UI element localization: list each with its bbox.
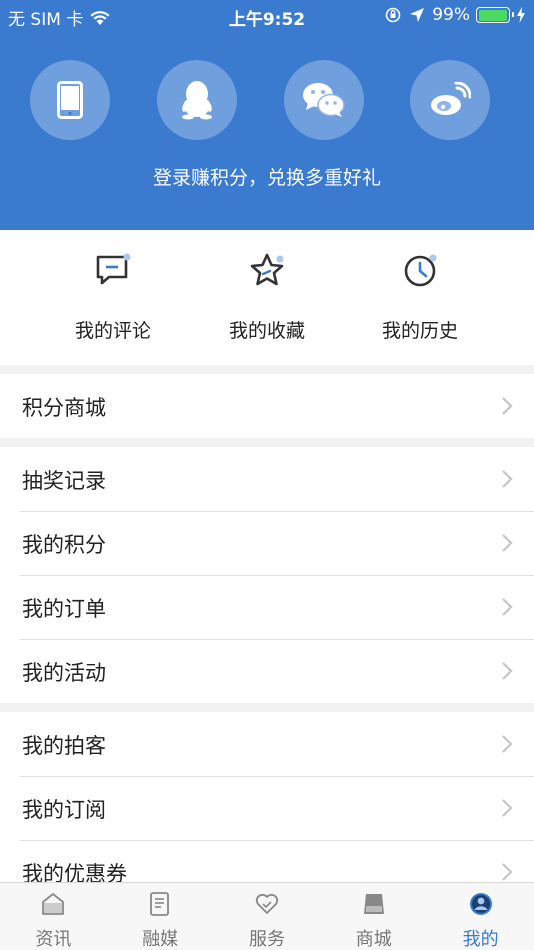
chevron-right-icon	[502, 735, 513, 753]
tab-mine[interactable]: 我的	[427, 883, 534, 950]
phone-icon	[57, 81, 83, 119]
menu-item-label: 我的积分	[22, 533, 106, 557]
home-icon	[42, 893, 65, 915]
tab-news[interactable]: 资讯	[0, 883, 107, 950]
menu-item-lottery-records[interactable]: 抽奖记录	[0, 447, 534, 511]
comment-icon	[96, 253, 131, 285]
location-icon	[410, 8, 425, 22]
menu-group-2: 抽奖记录 我的积分 我的订单 我的活动	[0, 447, 534, 703]
chevron-right-icon	[502, 534, 513, 552]
chevron-right-icon	[502, 470, 513, 488]
weibo-icon	[431, 82, 471, 115]
menu-group-3: 我的拍客 我的订阅 我的优惠券	[0, 712, 534, 904]
menu-item-label: 抽奖记录	[22, 469, 106, 493]
my-comments-label: 我的评论	[74, 320, 151, 342]
menu-item-my-points[interactable]: 我的积分	[0, 511, 534, 575]
menu-item-points-mall[interactable]: 积分商城	[0, 374, 534, 438]
profile-header: 无 SIM 卡 上午9:52 99% 登录赚积分，兑换多重好礼	[0, 0, 534, 230]
tab-label: 资讯	[35, 929, 72, 950]
qq-icon	[182, 81, 212, 120]
star-icon	[250, 253, 284, 286]
battery-fill	[478, 9, 508, 21]
menu-item-my-orders[interactable]: 我的订单	[0, 575, 534, 639]
menu-item-label: 我的订单	[22, 597, 106, 621]
tab-mall[interactable]: 商城	[320, 883, 427, 950]
orientation-lock-icon	[385, 7, 401, 23]
chevron-right-icon	[502, 662, 513, 680]
tab-label: 商城	[355, 929, 392, 950]
document-icon	[150, 892, 170, 916]
menu-item-label: 我的活动	[22, 661, 106, 685]
menu-item-label: 我的拍客	[22, 734, 106, 758]
status-bar: 无 SIM 卡 上午9:52 99%	[0, 0, 534, 32]
tab-bar: 资讯 融媒 服务 商城 我的	[0, 882, 534, 950]
user-icon	[469, 893, 492, 915]
tab-label: 融媒	[142, 929, 179, 950]
menu-item-my-subscriptions[interactable]: 我的订阅	[0, 776, 534, 840]
my-favorites-label: 我的收藏	[228, 320, 305, 342]
menu-item-my-activities[interactable]: 我的活动	[0, 639, 534, 703]
wechat-login-button[interactable]	[284, 60, 364, 140]
chevron-right-icon	[502, 397, 513, 415]
battery-icon	[476, 7, 514, 23]
my-history-button[interactable]: 我的历史	[340, 250, 500, 343]
tab-label: 服务	[248, 929, 285, 950]
tab-media[interactable]: 融媒	[107, 883, 214, 950]
menu-item-my-paike[interactable]: 我的拍客	[0, 712, 534, 776]
menu-item-label: 积分商城	[22, 396, 106, 420]
clock-icon	[404, 254, 437, 287]
charging-icon	[517, 7, 525, 23]
my-favorites-button[interactable]: 我的收藏	[187, 250, 347, 343]
battery-percent: 99%	[432, 5, 470, 25]
shop-icon	[363, 894, 384, 914]
chevron-right-icon	[502, 799, 513, 817]
phone-login-button[interactable]	[30, 60, 110, 140]
login-prompt[interactable]: 登录赚积分，兑换多重好礼	[0, 163, 534, 190]
qq-login-button[interactable]	[157, 60, 237, 140]
tab-services[interactable]: 服务	[214, 883, 321, 950]
wechat-icon	[303, 83, 345, 117]
chevron-right-icon	[502, 863, 513, 881]
my-comments-button[interactable]: 我的评论	[33, 250, 193, 343]
tab-label: 我的	[462, 929, 499, 950]
weibo-login-button[interactable]	[410, 60, 490, 140]
my-history-label: 我的历史	[381, 320, 458, 342]
menu-item-label: 我的订阅	[22, 798, 106, 822]
quick-actions: 我的评论 我的收藏 我的历史	[0, 230, 534, 365]
chevron-right-icon	[502, 598, 513, 616]
heart-icon	[255, 893, 279, 914]
menu-group-1: 积分商城	[0, 374, 534, 438]
